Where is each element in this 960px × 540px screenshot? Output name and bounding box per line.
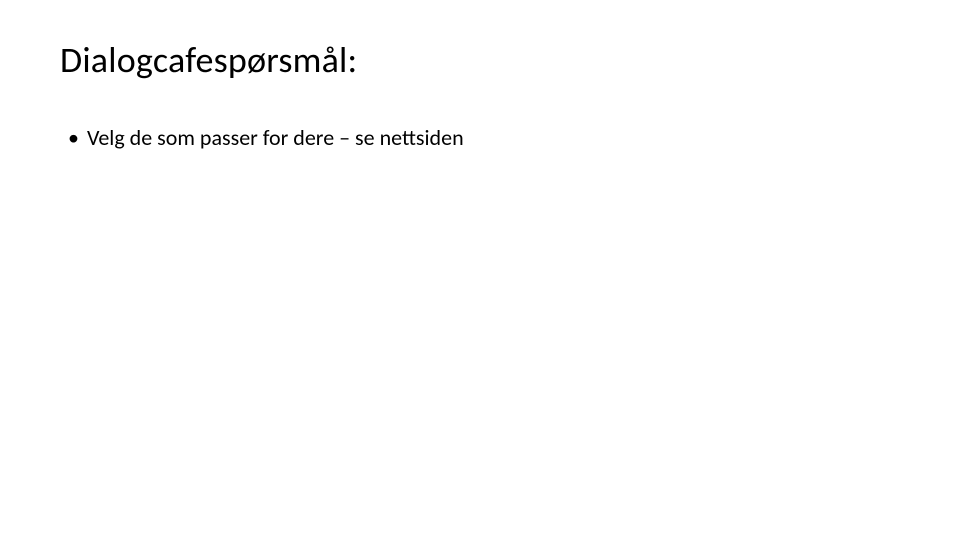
- bullet-item: • Velg de som passer for dere – se netts…: [68, 124, 900, 153]
- bullet-marker-icon: •: [68, 124, 79, 153]
- slide-content: • Velg de som passer for dere – se netts…: [60, 124, 900, 153]
- slide: Dialogcafespørsmål: • Velg de som passer…: [0, 0, 960, 540]
- bullet-text: Velg de som passer for dere – se nettsid…: [87, 124, 464, 153]
- slide-title: Dialogcafespørsmål:: [60, 38, 900, 82]
